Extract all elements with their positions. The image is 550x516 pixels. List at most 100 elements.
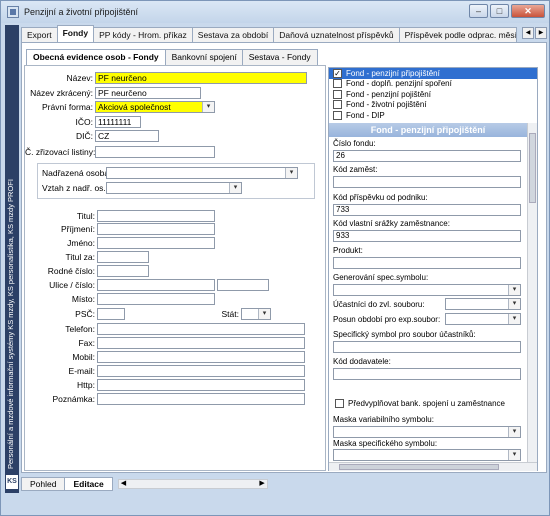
cislo-fondu-label: Číslo fondu: [333,139,376,148]
tab-pp-kody[interactable]: PP kódy - Hrom. příkaz [93,27,193,42]
jmeno-field[interactable] [97,237,215,249]
side-banner-text: Personální a mzdové informační systémy K… [6,179,15,469]
predvyplnovat-checkbox-row[interactable]: Předvyplňovat bank. spojení u zaměstnanc… [335,399,505,408]
cislo-field[interactable] [217,279,269,291]
posun-label: Posun období pro exp.soubor: [333,315,441,324]
ico-label: IČO: [75,117,93,127]
checkbox-icon[interactable] [333,89,342,99]
nazev-field[interactable]: PF neurčeno [95,72,307,84]
kod-zamest-label: Kód zaměst: [333,165,378,174]
fax-field[interactable] [97,337,305,349]
ucastnici-select[interactable]: ▾ [445,298,521,310]
list-item[interactable]: Fond - DIP [329,110,537,121]
scrollbar-thumb[interactable] [339,464,499,470]
kod-zamest-field[interactable] [333,176,521,188]
kod-prispevku-field[interactable]: 733 [333,204,521,216]
fund-panel: ✓ Fond - penzijní připojištění Fond - do… [328,67,538,471]
checkbox-icon[interactable] [333,79,342,89]
app-window: Penzijní a životní připojištění – □ ✕ Pe… [0,0,550,516]
scroll-left-icon[interactable]: ◀ [121,480,126,488]
chevron-down-icon[interactable]: ▾ [258,309,270,319]
tab-scroll-right-icon[interactable]: ▶ [535,27,547,39]
tab-obecna-evidence[interactable]: Obecná evidence osob - Fondy [26,49,166,65]
vertical-scrollbar[interactable] [527,123,537,462]
pravni-forma-select[interactable]: Akciová společnost ▾ [95,101,215,113]
generovani-select[interactable]: ▾ [333,284,521,296]
titul-za-label: Titul za: [65,252,95,262]
telefon-field[interactable] [97,323,305,335]
nadrazena-osoba-select[interactable]: ▾ [106,167,298,179]
tab-sestava-za-obdobi[interactable]: Sestava za období [191,27,275,42]
rodne-cislo-field[interactable] [97,265,149,277]
chevron-down-icon[interactable]: ▾ [285,168,297,178]
chevron-down-icon[interactable]: ▾ [508,299,520,309]
bottom-scrollbar[interactable]: ◀ ▶ [117,479,268,489]
email-field[interactable] [97,365,305,377]
tab-bankovni-spojeni[interactable]: Bankovní spojení [164,49,243,65]
kod-dodavatele-field[interactable] [333,368,521,380]
fund-item-label: Fond - DIP [346,110,385,120]
checkbox-checked-icon[interactable]: ✓ [333,68,342,78]
titul-field[interactable] [97,210,215,222]
mobil-label: Mobil: [72,352,95,362]
maximize-button[interactable]: □ [490,4,509,18]
fund-item-label: Fond - životní pojištění [346,100,427,110]
nazev-zkraceny-field[interactable]: PF neurčeno [95,87,201,99]
misto-field[interactable] [97,293,215,305]
vztah-select[interactable]: ▾ [106,182,242,194]
dic-label: DIČ: [76,131,93,141]
scrollbar-thumb[interactable] [529,133,536,203]
posun-select[interactable]: ▾ [445,313,521,325]
minimize-button[interactable]: – [469,4,488,18]
pravni-forma-value: Akciová společnost [98,102,171,112]
list-item[interactable]: ✓ Fond - penzijní připojištění [329,68,537,79]
tab-scroll-left-icon[interactable]: ◀ [522,27,534,39]
list-item[interactable]: Fond - penzijní pojištění [329,89,537,100]
dic-field[interactable]: CZ [95,130,159,142]
inner-tabbar: Obecná evidence osob - Fondy Bankovní sp… [26,49,318,65]
checkbox-icon[interactable] [333,110,342,120]
checkbox-icon[interactable] [333,100,342,110]
chevron-down-icon[interactable]: ▾ [202,102,214,112]
list-item[interactable]: Fond - doplň. penzijní spoření [329,79,537,90]
poznamka-label: Poznámka: [52,394,95,404]
maska-spec-label: Maska specifického symbolu: [333,439,438,448]
tab-export[interactable]: Export [21,27,58,42]
poznamka-field[interactable] [97,393,305,405]
checkbox-icon[interactable] [335,399,344,408]
tab-editace[interactable]: Editace [64,477,113,491]
cislo-fondu-field[interactable]: 26 [333,150,521,162]
spec-symbol-field[interactable] [333,341,521,353]
titul-za-field[interactable] [97,251,149,263]
tab-danova-uznatelnost[interactable]: Daňová uznatelnost příspěvků [273,27,400,42]
close-button[interactable]: ✕ [511,4,545,18]
mobil-field[interactable] [97,351,305,363]
tab-fondy[interactable]: Fondy [56,25,95,42]
status-area [1,495,549,515]
produkt-field[interactable] [333,257,521,269]
maska-var-select[interactable]: ▾ [333,426,521,438]
prijmeni-field[interactable] [97,223,215,235]
tab-sestava-fondy[interactable]: Sestava - Fondy [241,49,318,65]
psc-field[interactable] [97,308,125,320]
horizontal-scrollbar[interactable] [329,462,537,471]
stat-select[interactable]: ▾ [241,308,271,320]
ulice-field[interactable] [97,279,215,291]
fund-detail: Číslo fondu: 26 Kód zaměst: Kód příspěvk… [329,137,527,462]
chevron-down-icon[interactable]: ▾ [508,285,520,295]
chevron-down-icon[interactable]: ▾ [508,427,520,437]
tab-pohled[interactable]: Pohled [21,477,66,491]
list-item[interactable]: Fond - životní pojištění [329,100,537,111]
scroll-right-icon[interactable]: ▶ [259,480,264,488]
zrizovaci-listiny-field[interactable] [95,146,215,158]
kod-srazky-field[interactable]: 933 [333,230,521,242]
http-field[interactable] [97,379,305,391]
chevron-down-icon[interactable]: ▾ [229,183,241,193]
chevron-down-icon[interactable]: ▾ [508,314,520,324]
maska-spec-select[interactable]: ▾ [333,449,521,461]
ico-field[interactable]: 11111111 [95,116,141,128]
titul-label: Titul: [76,211,95,221]
tab-prispevek[interactable]: Příspěvek podle odprac. měsíců [398,27,517,42]
chevron-down-icon[interactable]: ▾ [508,450,520,460]
misto-label: Místo: [71,294,95,304]
